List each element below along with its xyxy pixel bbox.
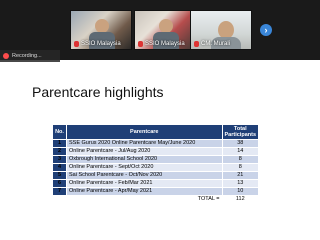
participant-name: SSIO Malaysia [145, 41, 185, 47]
row-number: 2 [52, 147, 67, 156]
total-spacer [52, 195, 67, 204]
record-icon [3, 53, 9, 59]
header-parentcare: Parentcare [66, 124, 223, 140]
row-name: Online Parentcare - Sept/Oct 2020 [66, 163, 223, 172]
total-label: TOTAL = [66, 195, 223, 204]
row-name: Online Parentcare - Apr/May 2021 [66, 187, 223, 196]
table-row: 3 Oxbrough International School 2020 8 [52, 155, 260, 164]
row-total: 8 [221, 163, 260, 172]
recording-indicator[interactable]: Recording... [0, 50, 60, 62]
table-row: 2 Online Parentcare - Jul/Aug 2020 14 [52, 147, 260, 156]
slide-title: Parentcare highlights [32, 84, 164, 100]
mic-muted-icon [138, 41, 143, 47]
row-total: 10 [221, 187, 260, 196]
table-total-row: TOTAL = 112 [52, 195, 260, 204]
row-total: 13 [221, 179, 260, 188]
row-name: Online Parentcare - Feb/Mar 2021 [66, 179, 223, 188]
recording-label: Recording... [12, 53, 42, 59]
table-row: 6 Online Parentcare - Feb/Mar 2021 13 [52, 179, 260, 188]
row-number: 6 [52, 179, 67, 188]
participant-name: SSIO Malaysia [81, 41, 121, 47]
participant-name: CM. Murali [201, 41, 231, 47]
row-name: Oxbrough International School 2020 [66, 155, 223, 164]
participant-tile[interactable]: SSIO Malaysia [70, 10, 132, 50]
chevron-right-icon: › [264, 25, 268, 35]
participant-tile[interactable]: SSIO Malaysia [134, 10, 196, 50]
participant-name-label: CM. Murali [194, 41, 230, 47]
table-row: 7 Online Parentcare - Apr/May 2021 10 [52, 187, 260, 196]
mic-muted-icon [194, 41, 199, 47]
row-number: 7 [52, 187, 67, 196]
table-row: 1 SSE Gurus 2020 Online Parentcare May/J… [52, 139, 260, 148]
row-total: 21 [221, 171, 260, 180]
row-name: Online Parentcare - Jul/Aug 2020 [66, 147, 223, 156]
total-value: 112 [221, 195, 260, 204]
row-number: 1 [52, 139, 67, 148]
next-participants-button[interactable]: › [260, 24, 272, 36]
participant-tile[interactable]: CM. Murali [190, 10, 252, 50]
row-name: SSE Gurus 2020 Online Parentcare May/Jun… [66, 139, 223, 148]
table-row: 4 Online Parentcare - Sept/Oct 2020 8 [52, 163, 260, 172]
participant-head [159, 19, 173, 33]
row-total: 38 [221, 139, 260, 148]
row-number: 5 [52, 171, 67, 180]
mic-muted-icon [74, 41, 79, 47]
header-no: No. [52, 124, 67, 140]
participant-name-label: SSIO Malaysia [138, 41, 185, 47]
table-header-row: No. Parentcare Total Participants [52, 124, 260, 140]
table-row: 5 Sai School Parentcare - Oct/Nov 2020 2… [52, 171, 260, 180]
parentcare-table: No. Parentcare Total Participants 1 SSE … [52, 124, 260, 204]
row-total: 8 [221, 155, 260, 164]
header-total-participants: Total Participants [221, 124, 260, 140]
participant-head [95, 19, 109, 33]
row-number: 3 [52, 155, 67, 164]
participant-name-label: SSIO Malaysia [74, 41, 121, 47]
row-total: 14 [221, 147, 260, 156]
row-number: 4 [52, 163, 67, 172]
row-name: Sai School Parentcare - Oct/Nov 2020 [66, 171, 223, 180]
